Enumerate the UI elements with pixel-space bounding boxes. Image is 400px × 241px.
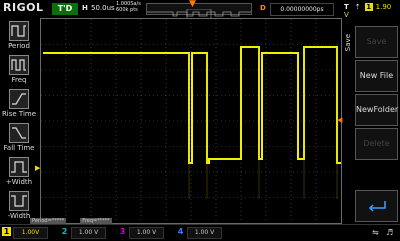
run-status-badge[interactable]: T'D (52, 3, 78, 15)
timebase-readout[interactable]: 50.0us (91, 4, 115, 12)
channel-4-status[interactable]: 4 1.00 V (176, 227, 222, 239)
delay-badge: D (260, 4, 266, 12)
trigger-channel: 1 (364, 3, 373, 11)
new-file-button[interactable]: New File (355, 60, 398, 92)
new-folder-button[interactable]: NewFolder (355, 94, 398, 126)
measure-pos-width-button[interactable]: +Width (0, 156, 38, 194)
save-menu-title: Save (344, 34, 352, 52)
enter-icon (368, 201, 386, 212)
waveform-display[interactable]: ▶ ◀ (35, 18, 342, 224)
channel-1-number: 1 (2, 227, 11, 236)
speaker-icon[interactable]: ♬ (386, 228, 393, 237)
channel-bar: 1 1.00V 2 1.00 V 3 1.00 V 4 1.00 V ⇋ ♬ (0, 224, 400, 241)
measure-period-button[interactable]: Period (0, 20, 38, 58)
rise-time-icon (9, 89, 29, 109)
brand-logo: RIGOL (3, 1, 44, 14)
memory-depth: 600k pts (116, 7, 138, 13)
period-icon (9, 21, 29, 41)
channel-1-status[interactable]: 1 1.00V (2, 227, 48, 239)
horizontal-badge: H (82, 4, 88, 12)
measure-freq-label: Freq (11, 76, 27, 84)
channel-2-number: 2 (61, 227, 68, 236)
acquisition-info: 1.000Sa/s 600k pts (116, 1, 141, 13)
channel-3-number: 3 (119, 227, 126, 236)
measure-rise-time-label: Rise Time (1, 110, 37, 118)
measure-fall-time-label: Fall Time (3, 144, 35, 152)
channel-4-number: 4 (177, 227, 184, 236)
measure-freq-button[interactable]: Freq (0, 54, 38, 92)
channel-2-status[interactable]: 2 1.00 V (60, 227, 106, 239)
delete-button[interactable]: Delete (355, 128, 398, 160)
usb-icon: ⇋ (372, 228, 379, 237)
measure-fall-time-button[interactable]: Fall Time (0, 122, 38, 160)
delay-readout[interactable]: 0.00000000ps (270, 3, 334, 16)
memory-overview-strip (146, 3, 252, 20)
enter-button[interactable] (355, 190, 398, 222)
trigger-type-label: T (344, 3, 349, 11)
channel-4-scale: 1.00 V (187, 227, 222, 239)
rising-edge-icon: ⇡ (354, 3, 361, 11)
waveform-area[interactable] (41, 19, 341, 223)
measure-rise-time-button[interactable]: Rise Time (0, 88, 38, 126)
freq-icon (9, 55, 29, 75)
fall-time-icon (9, 123, 29, 143)
measure-pos-width-label: +Width (5, 178, 33, 186)
measure-menu: Period Freq Rise Time Fall Time +Width -… (0, 18, 38, 223)
trigger-info[interactable]: T ⇡ 1 1.90 V (344, 3, 398, 19)
channel-3-scale: 1.00 V (129, 227, 164, 239)
status-bar: RIGOL T'D H 50.0us 1.000Sa/s 600k pts ▼ … (0, 0, 400, 20)
channel-3-status[interactable]: 3 1.00 V (118, 227, 164, 239)
channel-1-scale: 1.00V (13, 227, 48, 239)
channel-2-scale: 1.00 V (71, 227, 106, 239)
waveform-trace (43, 46, 341, 164)
pos-width-icon (9, 157, 29, 177)
trigger-position-marker-icon[interactable]: ▼ (189, 0, 196, 9)
trigger-level-marker-icon[interactable]: ◀ (337, 116, 342, 124)
save-button[interactable]: Save (355, 26, 398, 58)
channel-1-ground-marker-icon[interactable]: ▶ (35, 164, 40, 172)
neg-width-icon (9, 191, 29, 211)
measure-period-label: Period (8, 42, 30, 50)
save-menu: Save Save New File NewFolder Delete (344, 18, 400, 223)
